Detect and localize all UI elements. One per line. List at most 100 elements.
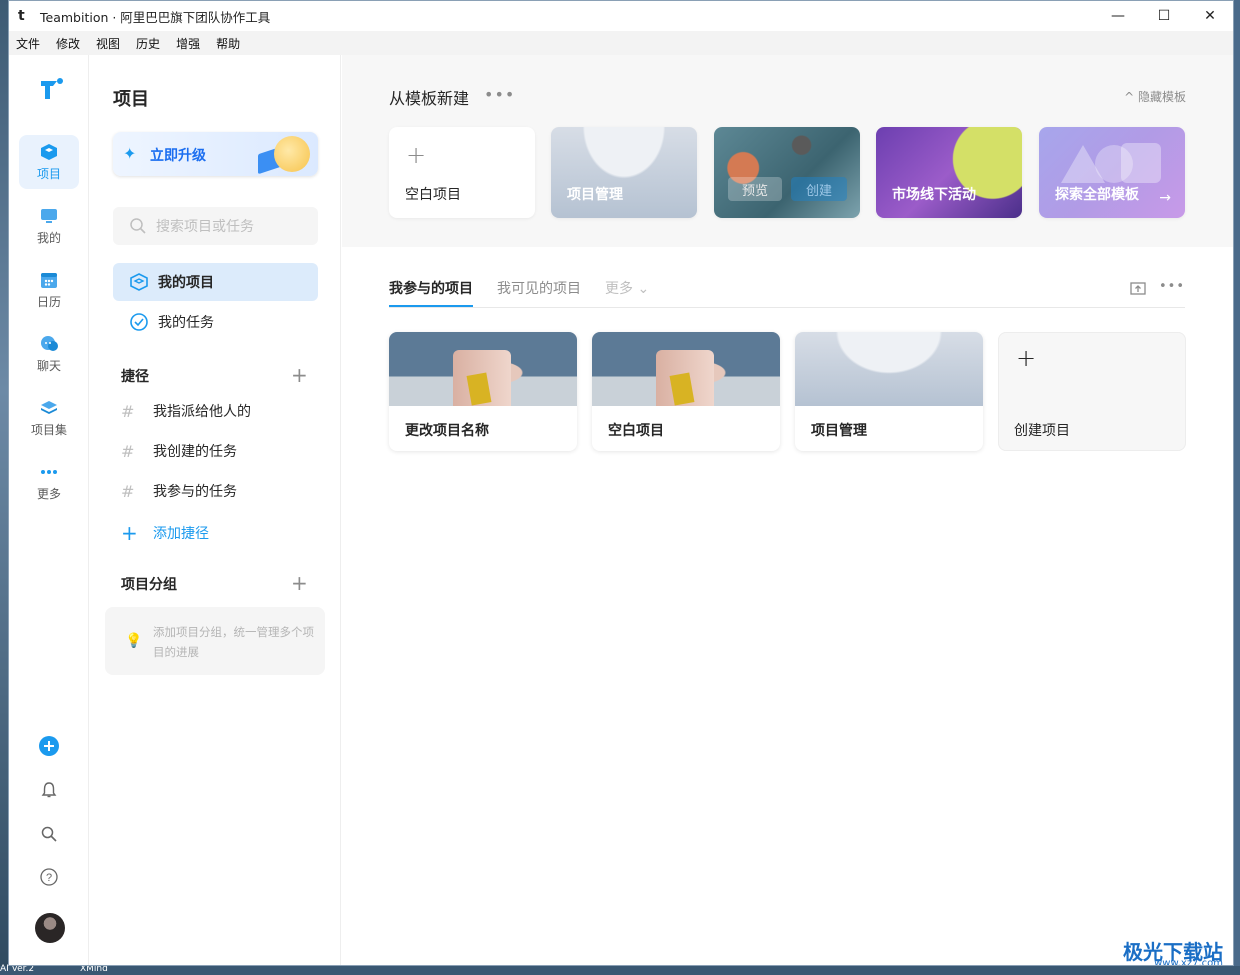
chevron-up-icon: ^ bbox=[1124, 90, 1138, 104]
menu-view[interactable]: 视图 bbox=[95, 33, 121, 54]
add-group-plus-button[interactable]: + bbox=[291, 573, 308, 593]
project-card[interactable]: 项目管理 bbox=[795, 332, 983, 451]
sidebar-item-my-tasks[interactable]: 我的任务 bbox=[113, 303, 318, 341]
title-bar: t Teambition · 阿里巴巴旗下团队协作工具 — ☐ ✕ bbox=[9, 1, 1233, 31]
app-logo-icon: t bbox=[18, 8, 25, 24]
project-card[interactable]: 更改项目名称 bbox=[389, 332, 577, 451]
menu-file[interactable]: 文件 bbox=[15, 33, 41, 54]
rail-item-chat[interactable]: 聊天 bbox=[19, 327, 79, 381]
shortcut-label: 我创建的任务 bbox=[153, 444, 237, 460]
rail-item-me[interactable]: 我的 bbox=[19, 199, 79, 253]
template-card-blank[interactable]: + 空白项目 bbox=[389, 127, 535, 218]
template-title: 从模板新建 bbox=[389, 89, 470, 108]
sidebar-item-label: 我的任务 bbox=[158, 315, 214, 331]
template-label: 探索全部模板 bbox=[1055, 187, 1139, 203]
notifications-button[interactable] bbox=[37, 778, 61, 802]
menu-history[interactable]: 历史 bbox=[135, 33, 161, 54]
add-shortcut-link[interactable]: + 添加捷径 bbox=[121, 521, 209, 545]
rail-item-project-set[interactable]: 项目集 bbox=[19, 391, 79, 445]
close-button[interactable]: ✕ bbox=[1187, 1, 1233, 31]
rail-item-calendar[interactable]: 日历 bbox=[19, 263, 79, 317]
groups-tip[interactable]: 💡 添加项目分组，统一管理多个项目的进展 bbox=[105, 607, 325, 675]
smiley-illustration bbox=[274, 136, 310, 172]
sparkle-icon: ✦ bbox=[123, 144, 137, 163]
menu-help[interactable]: 帮助 bbox=[215, 33, 241, 54]
sidebar-item-label: 我的项目 bbox=[158, 275, 214, 291]
project-outline-icon bbox=[130, 273, 148, 291]
teambition-logo-icon[interactable] bbox=[37, 75, 65, 103]
shortcut-item[interactable]: # 我参与的任务 bbox=[121, 481, 237, 501]
create-template-button[interactable]: 创建 bbox=[791, 177, 847, 201]
active-tab-indicator bbox=[389, 305, 473, 307]
rail-label: 日历 bbox=[36, 294, 61, 309]
rail-label: 聊天 bbox=[36, 358, 61, 373]
chat-icon bbox=[41, 335, 58, 351]
rail-item-more[interactable]: 更多 bbox=[19, 455, 79, 509]
hash-icon: # bbox=[121, 401, 135, 421]
menu-bar: 文件 修改 视图 历史 增强 帮助 bbox=[9, 31, 1233, 55]
project-groups-heading: 项目分组 bbox=[121, 577, 177, 593]
quick-add-button[interactable] bbox=[37, 734, 61, 758]
template-card-marketing-event[interactable]: 市场线下活动 bbox=[876, 127, 1022, 218]
avatar[interactable] bbox=[35, 913, 65, 943]
square-shape bbox=[1121, 143, 1161, 183]
add-shortcut-plus-button[interactable]: + bbox=[291, 365, 308, 385]
shortcut-item[interactable]: # 我创建的任务 bbox=[121, 441, 237, 461]
rail-label: 项目 bbox=[36, 166, 61, 181]
rail-label: 我的 bbox=[36, 230, 61, 245]
global-search-button[interactable] bbox=[37, 822, 61, 846]
template-card-hover[interactable]: 预览 创建 bbox=[714, 127, 860, 218]
shortcut-label: 我指派给他人的 bbox=[153, 404, 251, 420]
tab-more-options-button[interactable]: ••• bbox=[1159, 279, 1185, 294]
tab-more[interactable]: 更多 ⌄ bbox=[605, 278, 649, 298]
export-icon[interactable] bbox=[1129, 279, 1147, 297]
plus-icon: + bbox=[406, 141, 427, 169]
sidebar-item-my-projects[interactable]: 我的项目 bbox=[113, 263, 318, 301]
shortcut-label: 我参与的任务 bbox=[153, 484, 237, 500]
rail-label: 项目集 bbox=[30, 422, 67, 437]
maximize-button[interactable]: ☐ bbox=[1141, 1, 1187, 31]
template-more-button[interactable]: ••• bbox=[484, 85, 515, 104]
hide-templates-link[interactable]: ^ 隐藏模板 bbox=[1124, 88, 1186, 105]
template-label: 项目管理 bbox=[567, 187, 623, 203]
groups-tip-text: 添加项目分组，统一管理多个项目的进展 bbox=[153, 625, 314, 659]
tab-visible[interactable]: 我可见的项目 bbox=[497, 278, 581, 298]
bell-icon bbox=[41, 782, 57, 798]
plus-icon: + bbox=[121, 521, 138, 545]
help-button[interactable]: ? bbox=[37, 865, 61, 889]
search-input[interactable]: 搜索项目或任务 bbox=[113, 207, 318, 245]
project-cover bbox=[389, 332, 577, 406]
menu-enhance[interactable]: 增强 bbox=[175, 33, 201, 54]
create-project-card[interactable]: + 创建项目 bbox=[998, 332, 1186, 451]
window-title: Teambition · 阿里巴巴旗下团队协作工具 bbox=[40, 9, 271, 25]
desktop-taskbar-strip: AI Ver.2 XMind bbox=[0, 964, 1240, 975]
project-sidebar: 项目 ✦ 立即升级 搜索项目或任务 我的项目 我的任务 捷径 + # 我指派给他… bbox=[90, 55, 341, 965]
search-icon bbox=[41, 826, 57, 842]
more-icon bbox=[41, 469, 57, 474]
plus-circle-icon bbox=[39, 736, 59, 756]
plus-icon: + bbox=[1016, 344, 1037, 372]
rail-item-projects[interactable]: 项目 bbox=[19, 135, 79, 189]
tab-participated[interactable]: 我参与的项目 bbox=[389, 278, 473, 298]
check-circle-icon bbox=[130, 313, 148, 331]
add-shortcut-label: 添加捷径 bbox=[153, 526, 209, 542]
sidebar-title: 项目 bbox=[113, 89, 149, 110]
template-card-project-mgmt[interactable]: 项目管理 bbox=[551, 127, 697, 218]
project-card[interactable]: 空白项目 bbox=[592, 332, 780, 451]
project-name: 项目管理 bbox=[811, 423, 867, 439]
app-body: 项目 我的 日历 聊天 项目集 更多 ? 项目 ✦ 立即升级 搜索项目或任务 我… bbox=[9, 55, 1233, 965]
template-card-explore-all[interactable]: 探索全部模板 → bbox=[1039, 127, 1185, 218]
shortcut-item[interactable]: # 我指派给他人的 bbox=[121, 401, 251, 421]
search-icon bbox=[130, 218, 146, 234]
app-window: t Teambition · 阿里巴巴旗下团队协作工具 — ☐ ✕ 文件 修改 … bbox=[8, 0, 1234, 966]
preview-button[interactable]: 预览 bbox=[728, 177, 782, 201]
nav-rail: 项目 我的 日历 聊天 项目集 更多 ? bbox=[9, 55, 89, 965]
rail-label: 更多 bbox=[36, 486, 61, 501]
chevron-down-icon: ⌄ bbox=[637, 281, 650, 297]
menu-edit[interactable]: 修改 bbox=[55, 33, 81, 54]
main-content: 从模板新建 ••• ^ 隐藏模板 + 空白项目 项目管理 预览 创建 市场线下活 bbox=[342, 55, 1233, 965]
project-tabs: 我参与的项目 我可见的项目 更多 ⌄ ••• bbox=[389, 275, 1185, 308]
project-icon bbox=[41, 143, 57, 160]
minimize-button[interactable]: — bbox=[1095, 1, 1141, 31]
upgrade-banner[interactable]: ✦ 立即升级 bbox=[113, 132, 318, 176]
